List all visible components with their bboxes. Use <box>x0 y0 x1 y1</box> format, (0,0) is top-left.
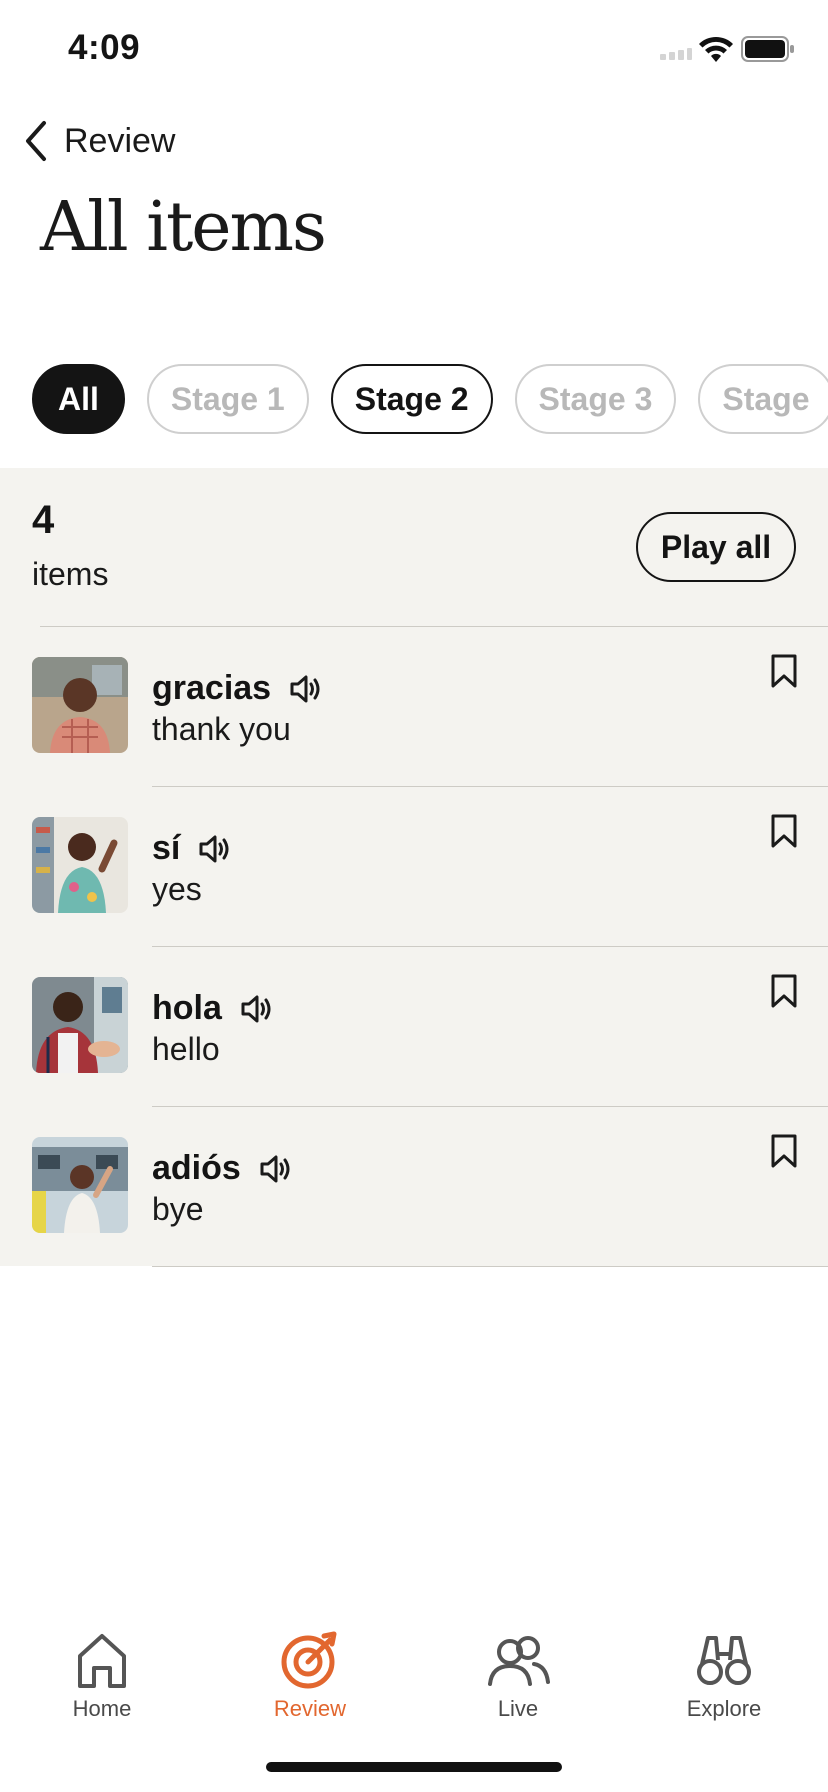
chip-stage-2[interactable]: Stage 2 <box>330 364 493 434</box>
item-translation: yes <box>152 871 202 907</box>
people-icon <box>488 1636 550 1686</box>
speaker-icon[interactable] <box>289 674 323 704</box>
wifi-icon <box>699 36 733 62</box>
item-word: gracias <box>152 669 323 708</box>
tab-home[interactable]: Home <box>22 1620 182 1730</box>
chip-stage-3[interactable]: Stage 3 <box>514 364 677 434</box>
tab-live[interactable]: Live <box>438 1620 598 1730</box>
bookmark-icon[interactable] <box>770 653 798 689</box>
chip-stage-4[interactable]: Stage <box>698 364 828 434</box>
speaker-icon[interactable] <box>259 1154 293 1184</box>
tab-review[interactable]: Review <box>230 1620 390 1730</box>
item-image-man-handshake <box>32 977 128 1073</box>
item-image-woman-celebrating <box>32 817 128 913</box>
list-item[interactable]: adiós bye <box>0 1107 828 1267</box>
home-icon <box>78 1634 126 1688</box>
item-word-text: sí <box>152 829 181 867</box>
tab-label: Home <box>72 1696 132 1721</box>
status-time: 4:09 <box>68 28 141 67</box>
tab-label: Live <box>497 1696 539 1721</box>
item-word: hola <box>152 989 274 1028</box>
list-item[interactable]: hola hello <box>0 947 828 1107</box>
items-panel: 4 items Play all gracias thank you sí ye… <box>0 468 828 1267</box>
item-word-text: gracias <box>152 669 272 707</box>
chip-all[interactable]: All <box>32 364 125 434</box>
item-word-text: adiós <box>152 1149 241 1187</box>
battery-icon <box>741 36 794 62</box>
tab-bar: Home Review Live Explore <box>0 1620 828 1740</box>
play-all-button[interactable]: Play all <box>636 512 796 582</box>
speaker-icon[interactable] <box>240 994 274 1024</box>
item-translation: thank you <box>152 711 291 747</box>
item-word: adiós <box>152 1149 293 1188</box>
item-count-label: items <box>32 556 109 592</box>
target-icon <box>281 1631 337 1689</box>
status-bar: 4:09 <box>0 0 828 100</box>
item-translation: bye <box>152 1191 204 1227</box>
page-title: All items <box>40 188 327 267</box>
item-translation: hello <box>152 1031 220 1067</box>
back-button[interactable]: Review <box>22 116 175 166</box>
tab-label: Review <box>273 1696 347 1721</box>
tab-label: Explore <box>686 1696 762 1721</box>
home-indicator <box>266 1762 562 1772</box>
chip-stage-1[interactable]: Stage 1 <box>146 364 309 434</box>
item-image-woman-waving <box>32 1137 128 1233</box>
item-word: sí <box>152 829 232 868</box>
item-word-text: hola <box>152 989 222 1027</box>
chevron-left-icon <box>26 121 46 161</box>
back-label: Review <box>64 121 176 160</box>
list-item[interactable]: sí yes <box>0 787 828 947</box>
divider <box>152 1266 828 1267</box>
binoculars-icon <box>697 1636 751 1685</box>
bookmark-icon[interactable] <box>770 813 798 849</box>
bookmark-icon[interactable] <box>770 973 798 1009</box>
cellular-signal-icon <box>660 48 692 60</box>
item-count: 4 <box>32 498 55 542</box>
bookmark-icon[interactable] <box>770 1133 798 1169</box>
tab-explore[interactable]: Explore <box>644 1620 804 1730</box>
list-item[interactable]: gracias thank you <box>0 627 828 787</box>
item-image-older-man <box>32 657 128 753</box>
speaker-icon[interactable] <box>198 834 232 864</box>
stage-filter-chips: All Stage 1 Stage 2 Stage 3 Stage <box>32 364 828 436</box>
